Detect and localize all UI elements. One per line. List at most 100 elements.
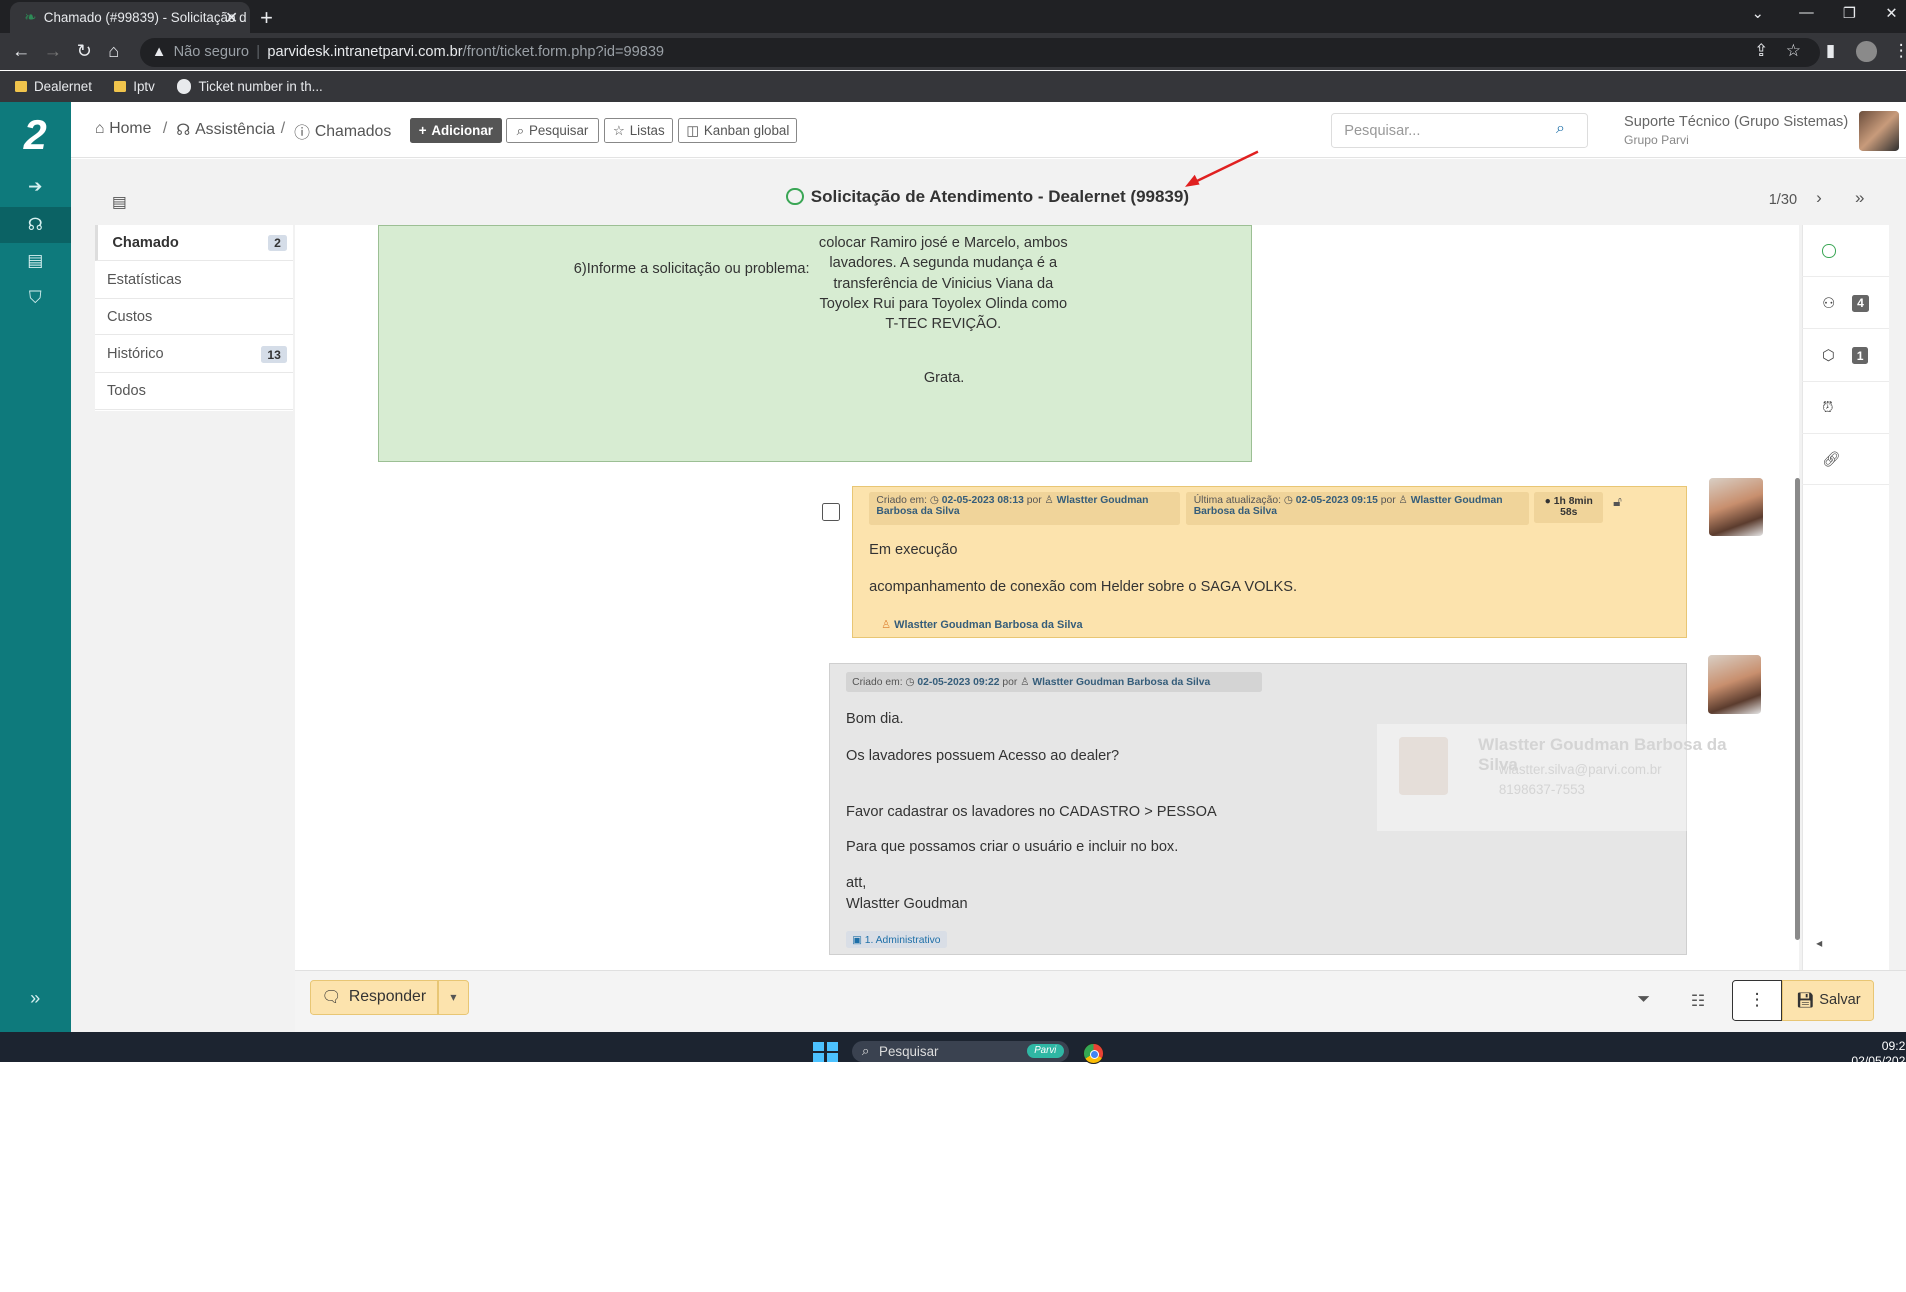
- kanban-button[interactable]: ◫Kanban global: [678, 118, 797, 144]
- global-search-input[interactable]: Pesquisar...: [1331, 113, 1587, 148]
- filter-icon[interactable]: ⏷: [1637, 991, 1650, 1009]
- breadcrumb-assistance[interactable]: ☊Assistência: [176, 120, 275, 140]
- side-panel-icon[interactable]: ▮: [1826, 41, 1835, 61]
- share-icon[interactable]: ⇪: [1754, 41, 1768, 61]
- bookmarks-bar: Dealernet Iptv Ticket number in th...: [0, 71, 1906, 103]
- category-tag[interactable]: ▣ 1. Administrativo: [846, 931, 947, 948]
- sidebar-item-management[interactable]: ▤: [0, 243, 71, 279]
- task-author-avatar[interactable]: [1709, 478, 1762, 536]
- links-button[interactable]: 🔗︎: [1802, 434, 1890, 485]
- hover-card-avatar: [1399, 737, 1448, 795]
- browser-tab-strip: [0, 0, 1906, 33]
- sidebar-item-assistance[interactable]: ☊: [0, 207, 71, 243]
- bookmark-dealernet[interactable]: Dealernet: [15, 79, 92, 94]
- next-ticket-icon[interactable]: ›: [1816, 188, 1822, 208]
- browser-tab[interactable]: ❧ Chamado (#99839) - Solicitação d ✕: [10, 2, 251, 32]
- tab-close-icon[interactable]: ✕: [225, 8, 238, 28]
- reply-button[interactable]: 🗨︎Responder: [310, 980, 438, 1015]
- by-label: por: [1027, 495, 1042, 506]
- tab-label: Todos: [107, 383, 146, 399]
- window-close-icon[interactable]: ✕: [1885, 5, 1897, 22]
- alarm-icon: ⏰︎: [1822, 400, 1833, 416]
- system-clock[interactable]: 09:22 02/05/2023: [1851, 1039, 1906, 1068]
- collapse-panel-icon[interactable]: ◂: [1816, 936, 1822, 950]
- tab-todos[interactable]: Todos: [95, 373, 293, 409]
- status-button[interactable]: [1802, 226, 1890, 277]
- profile-avatar[interactable]: [1856, 41, 1877, 62]
- forward-icon[interactable]: →: [44, 40, 62, 62]
- security-label: Não seguro: [174, 44, 249, 60]
- lists-button[interactable]: ☆Listas: [604, 118, 673, 144]
- more-actions-button[interactable]: ⋮: [1732, 980, 1782, 1021]
- parvi-logo[interactable]: 2: [12, 112, 58, 158]
- bookmark-star-icon[interactable]: ☆: [1786, 41, 1801, 61]
- items-button[interactable]: ⬡1: [1802, 331, 1890, 382]
- address-bar[interactable]: ▲ Não seguro | parvidesk.intranetparvi.c…: [140, 38, 1820, 67]
- save-label: Salvar: [1819, 992, 1860, 1008]
- more-vertical-icon: ⋮: [1749, 990, 1766, 1010]
- taskbar-search[interactable]: ⌕ Pesquisar Parvi: [852, 1041, 1068, 1063]
- link-icon: 🔗︎: [1822, 450, 1841, 468]
- plus-icon: +: [419, 123, 427, 138]
- bookmark-ticket-number[interactable]: Ticket number in th...: [177, 79, 323, 94]
- windows-start-icon[interactable]: [813, 1042, 837, 1063]
- ticket-pager: 1/30: [1769, 192, 1797, 208]
- url-path: /front/ticket.form.php?id=99839: [463, 44, 664, 60]
- headset-icon: ☊: [176, 120, 190, 140]
- red-annotation-arrow-icon: [1185, 148, 1263, 189]
- bookmark-iptv[interactable]: Iptv: [114, 79, 155, 94]
- tab-label: Chamado: [112, 235, 178, 251]
- sidebar-item-go[interactable]: ➔: [0, 169, 71, 205]
- checklist-icon[interactable]: ☷: [1691, 991, 1705, 1011]
- new-tab-button[interactable]: +: [260, 5, 273, 31]
- user-name[interactable]: Suporte Técnico (Grupo Sistemas): [1624, 114, 1848, 130]
- folder-icon: [15, 81, 27, 92]
- sidebar-expand-button[interactable]: »: [0, 982, 71, 1014]
- url-divider: |: [256, 44, 260, 60]
- breadcrumb-tickets[interactable]: ⓘChamados: [294, 120, 391, 143]
- tab-historico[interactable]: Histórico13: [95, 337, 293, 373]
- timeline-scrollbar[interactable]: [1795, 478, 1800, 940]
- tab-chamado[interactable]: Chamado2: [95, 225, 293, 261]
- home-icon: ⌂: [95, 120, 105, 138]
- tab-custos[interactable]: Custos: [95, 299, 293, 335]
- url-host: parvidesk.intranetparvi.com.br: [267, 44, 462, 60]
- breadcrumb-home[interactable]: ⌂Home: [95, 120, 152, 138]
- minimize-icon[interactable]: —: [1799, 5, 1814, 21]
- clock-time: 09:22: [1851, 1039, 1906, 1054]
- reload-icon[interactable]: ↻: [77, 40, 92, 62]
- add-button[interactable]: +Adicionar: [410, 118, 502, 144]
- folder-icon: [114, 81, 126, 92]
- toggle-panel-icon[interactable]: ▤: [112, 192, 127, 212]
- task-assigned-user[interactable]: ♙ Wlastter Goudman Barbosa da Silva: [881, 618, 1082, 631]
- info-circle-icon: ⓘ: [294, 120, 310, 143]
- chrome-taskbar-icon[interactable]: [1083, 1043, 1104, 1064]
- kanban-icon: ◫: [686, 123, 699, 139]
- user-avatar[interactable]: [1859, 111, 1899, 151]
- search-button[interactable]: ⌕Pesquisar: [506, 118, 600, 144]
- tab-search-icon[interactable]: ⌄: [1752, 5, 1764, 22]
- menu-icon[interactable]: ⋮: [1893, 41, 1906, 61]
- parvi-badge: Parvi: [1027, 1044, 1064, 1057]
- save-button[interactable]: 💾︎Salvar: [1782, 980, 1874, 1021]
- followup-line: Favor cadastrar os lavadores no CADASTRO…: [846, 804, 1217, 820]
- home-icon[interactable]: ⌂: [108, 40, 119, 62]
- tab-label: Histórico: [107, 346, 164, 362]
- floppy-icon: 💾︎: [1796, 991, 1815, 1009]
- back-icon[interactable]: ←: [12, 40, 30, 62]
- last-ticket-icon[interactable]: »: [1855, 188, 1864, 208]
- sla-button[interactable]: ⏰︎: [1802, 383, 1890, 434]
- restore-icon[interactable]: ❐: [1843, 5, 1856, 22]
- tab-estatisticas[interactable]: Estatísticas: [95, 263, 293, 299]
- bookmark-label: Ticket number in th...: [199, 79, 323, 94]
- search-label: Pesquisar: [529, 123, 588, 138]
- search-icon[interactable]: ⌕: [1556, 120, 1565, 138]
- warning-icon: ▲: [152, 44, 166, 60]
- task-done-checkbox[interactable]: [822, 503, 840, 521]
- followup-user[interactable]: Wlastter Goudman Barbosa da Silva: [1032, 677, 1210, 688]
- followup-author-avatar[interactable]: [1708, 655, 1761, 713]
- sidebar-item-admin[interactable]: ⛉: [0, 280, 71, 316]
- followup-line: Os lavadores possuem Acesso ao dealer?: [846, 748, 1119, 764]
- reply-dropdown-button[interactable]: ▾: [438, 980, 470, 1015]
- actors-button[interactable]: ⚇4: [1802, 278, 1890, 329]
